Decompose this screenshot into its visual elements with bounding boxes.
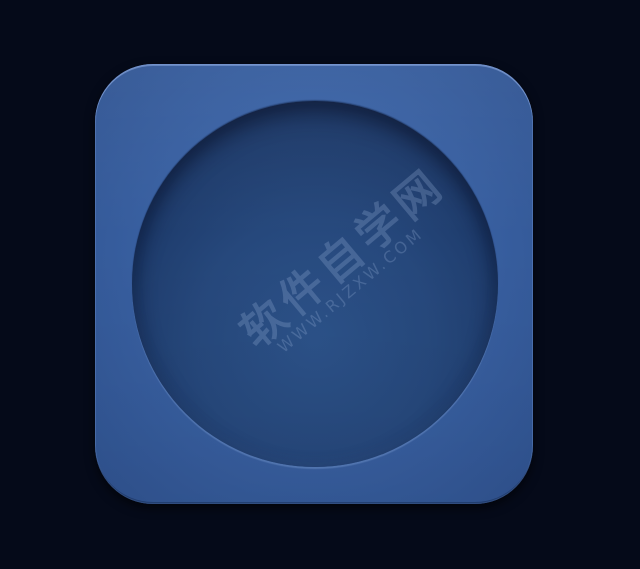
recessed-circle [132, 101, 498, 467]
app-icon[interactable] [95, 64, 533, 504]
